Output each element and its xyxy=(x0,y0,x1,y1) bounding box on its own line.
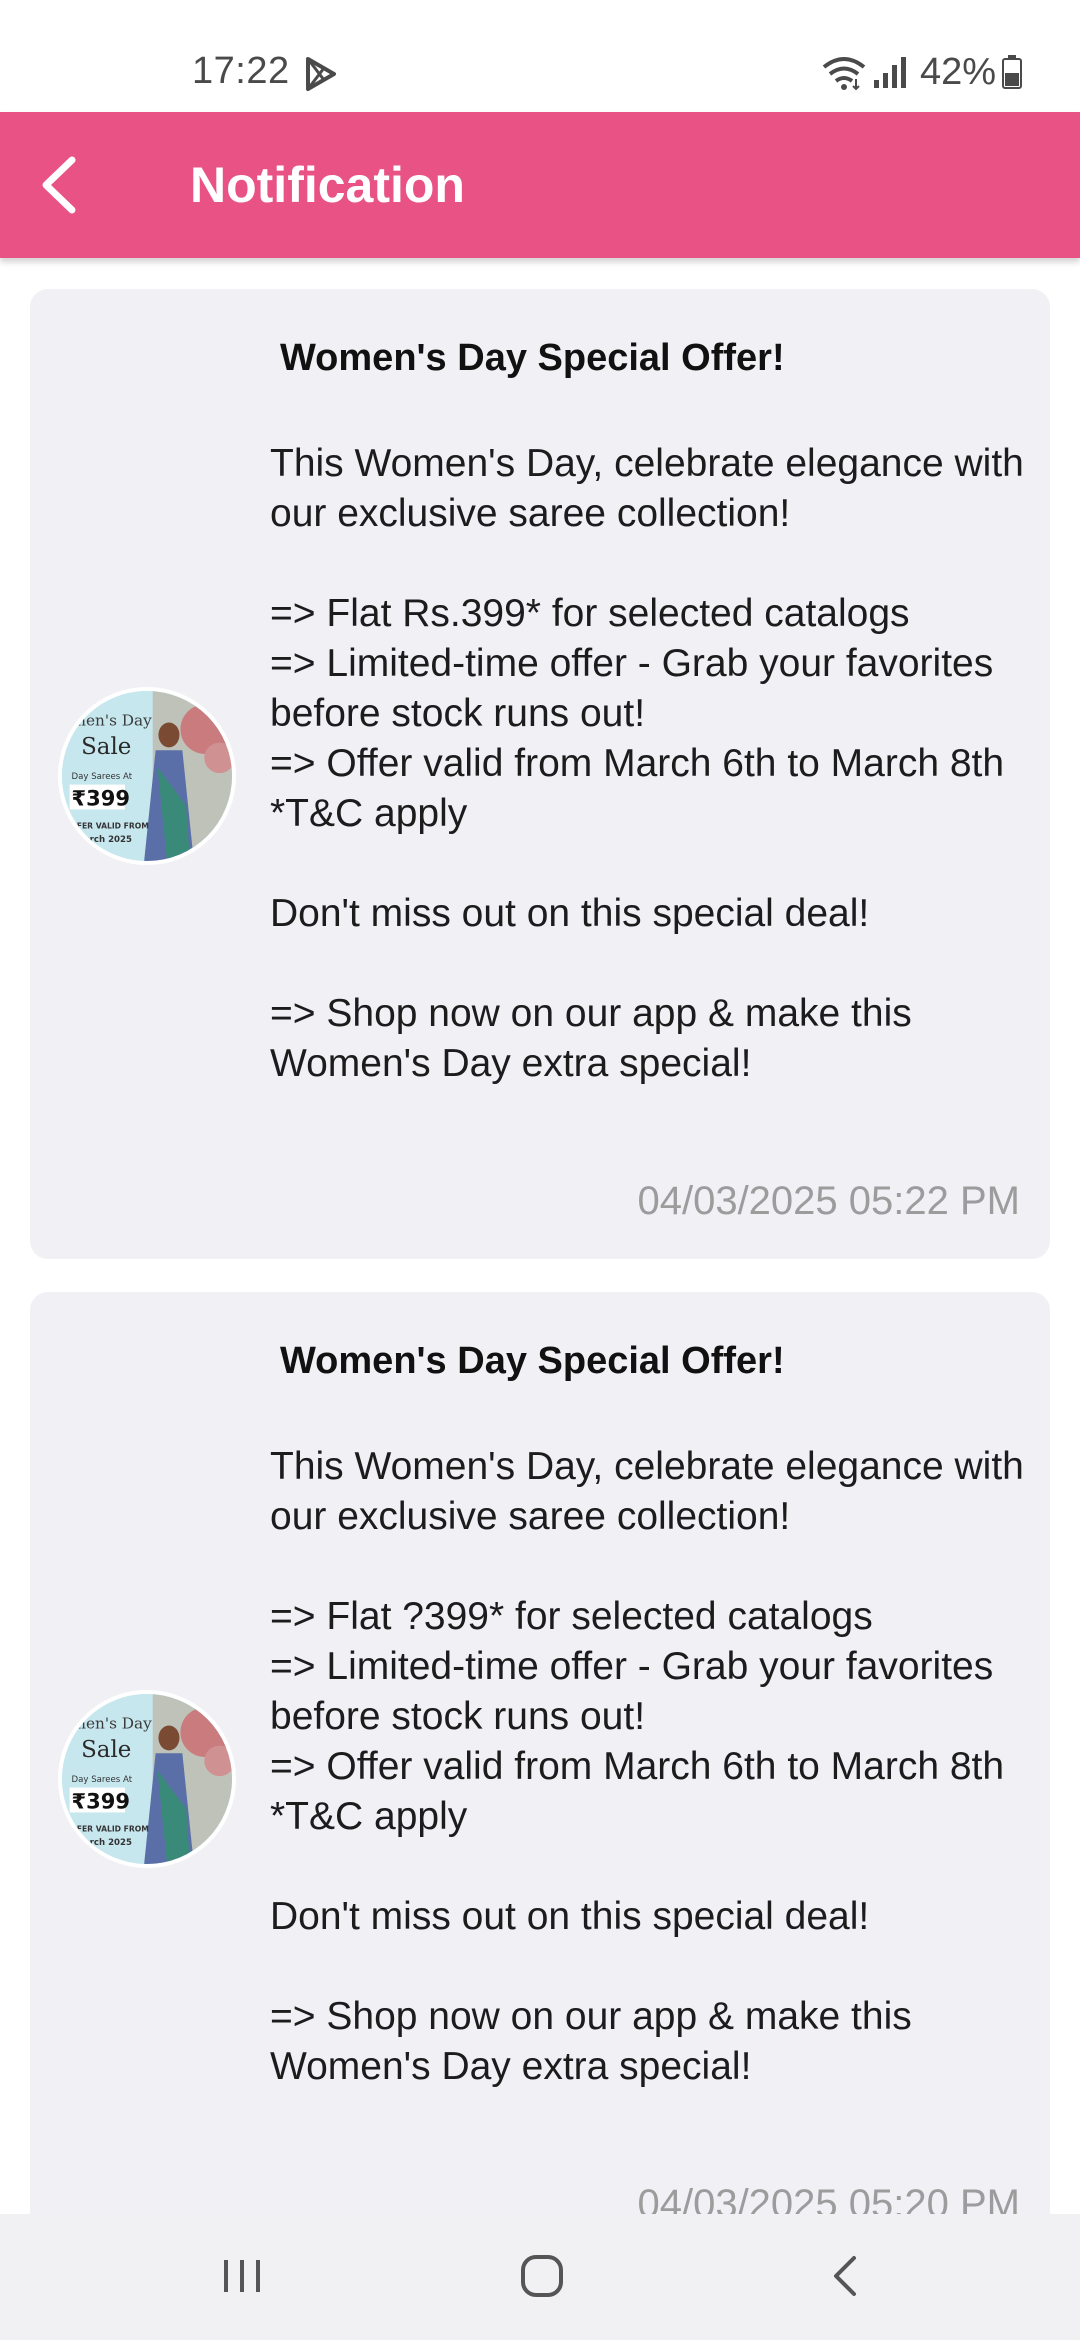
play-store-icon xyxy=(306,57,336,91)
thumb-line4: FFER VALID FROM xyxy=(72,822,149,831)
status-time: 17:22 xyxy=(192,50,290,92)
notification-thumbnail: men's Day Sale Day Sarees At ₹399 FFER V… xyxy=(58,1690,236,1868)
app-bar: Notification xyxy=(0,112,1080,258)
notification-list[interactable]: Women's Day Special Offer! men's Day Sal… xyxy=(0,258,1080,2214)
notification-card[interactable]: Women's Day Special Offer! men's Day Sal… xyxy=(30,1292,1050,2214)
notification-timestamp: 04/03/2025 05:22 PM xyxy=(637,1179,1020,1223)
thumb-line3: Day Sarees At xyxy=(72,772,133,782)
thumb-line1: men's Day xyxy=(72,711,153,729)
notification-thumbnail: men's Day Sale Day Sarees At ₹399 FFER V… xyxy=(58,687,236,865)
notification-title: Women's Day Special Offer! xyxy=(280,1340,785,1382)
notification-timestamp: 04/03/2025 05:20 PM xyxy=(637,2182,1020,2214)
recent-apps-icon[interactable] xyxy=(220,2254,264,2298)
back-arrow-icon[interactable] xyxy=(30,152,96,218)
thumb-line3: Day Sarees At xyxy=(72,1775,133,1785)
status-icons: 42% xyxy=(820,50,1022,93)
notification-body: This Women's Day, celebrate elegance wit… xyxy=(270,442,1024,1085)
thumb-line2: Sale xyxy=(81,1737,131,1763)
home-icon[interactable] xyxy=(518,2252,566,2300)
notification-title: Women's Day Special Offer! xyxy=(280,337,785,379)
notification-card[interactable]: Women's Day Special Offer! men's Day Sal… xyxy=(30,289,1050,1259)
system-nav-bar xyxy=(0,2214,1080,2340)
thumb-line5: March 2025 xyxy=(75,1838,132,1848)
status-bar: 17:22 42% xyxy=(0,0,1080,112)
thumb-line1: men's Day xyxy=(72,1714,153,1732)
page-title: Notification xyxy=(190,157,465,213)
thumb-price: ₹399 xyxy=(72,786,130,811)
back-icon[interactable] xyxy=(826,2252,866,2300)
wifi-icon xyxy=(822,57,866,91)
notification-body: This Women's Day, celebrate elegance wit… xyxy=(270,1445,1024,2088)
battery-icon xyxy=(1002,55,1022,89)
thumb-line4: FFER VALID FROM xyxy=(72,1825,149,1834)
battery-percent: 42% xyxy=(919,50,996,93)
thumb-line2: Sale xyxy=(81,734,131,760)
thumb-line5: March 2025 xyxy=(75,835,132,845)
signal-icon xyxy=(873,57,906,88)
thumb-price: ₹399 xyxy=(72,1789,130,1814)
